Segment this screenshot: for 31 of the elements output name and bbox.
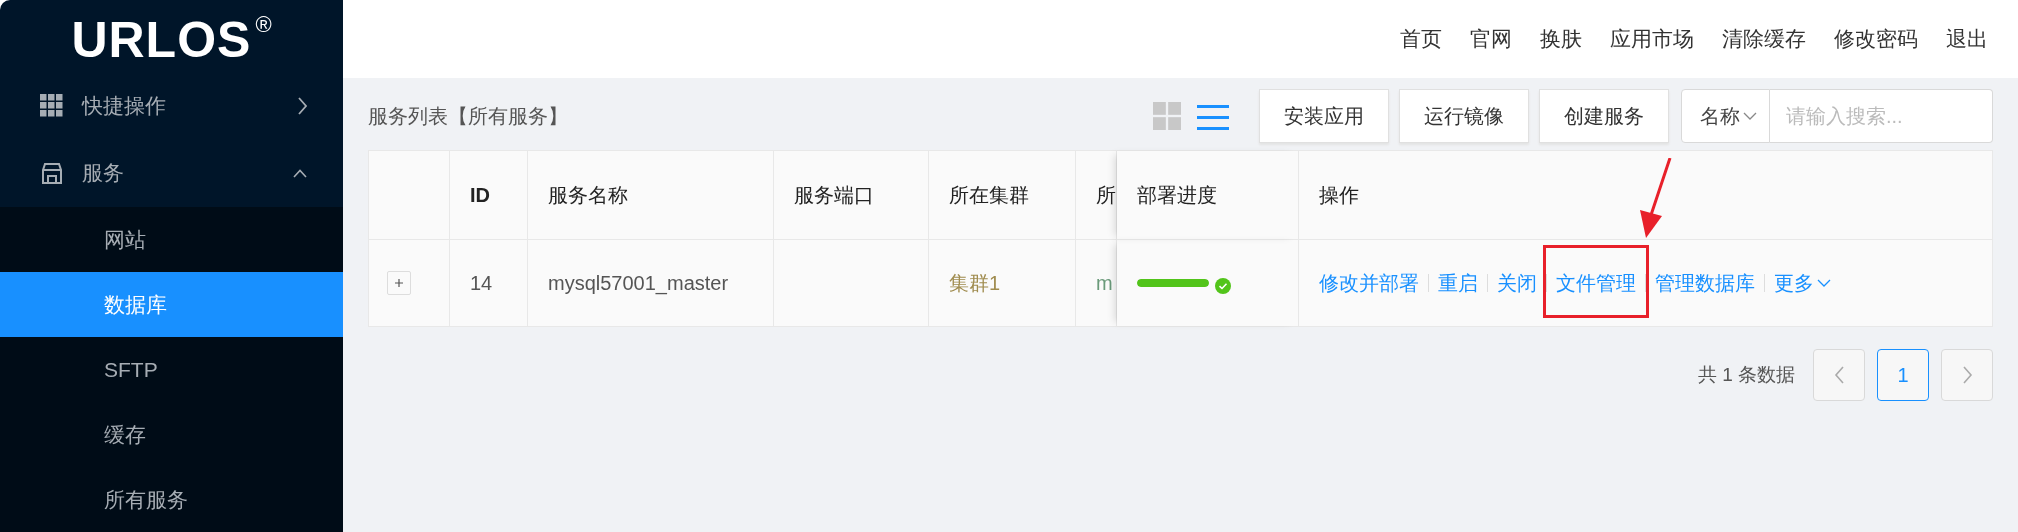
toolbar-button[interactable]: 运行镜像	[1399, 89, 1529, 143]
submenu-item[interactable]: 缓存	[0, 402, 343, 467]
table-cell-text: 集群1	[949, 270, 1001, 296]
toolbar-button[interactable]: 安装应用	[1259, 89, 1389, 143]
page-title: 服务列表【所有服务】	[368, 103, 568, 129]
nav-link[interactable]: 换肤	[1540, 25, 1582, 53]
column-header: 服务端口	[774, 151, 929, 240]
submenu-item[interactable]: SFTP	[0, 337, 343, 402]
table-cell: 14	[470, 271, 493, 295]
field-select[interactable]: 名称	[1681, 89, 1770, 143]
nav-link[interactable]: 应用市场	[1610, 25, 1694, 53]
search-field[interactable]: 请输入搜索...	[1770, 89, 1993, 143]
nav-link[interactable]: 退出	[1946, 25, 1988, 53]
nav-link[interactable]: 官网	[1470, 25, 1512, 53]
column-header: 服务名称	[528, 151, 774, 240]
nav-link[interactable]: 清除缓存	[1722, 25, 1806, 53]
pagination-summary: 共 1 条数据	[1697, 363, 1795, 387]
nav-link[interactable]: 修改密码	[1834, 25, 1918, 53]
column-header: 部署进度	[1117, 151, 1299, 240]
nav-link[interactable]: 首页	[1400, 25, 1442, 53]
submenu-item[interactable]: 网站	[0, 207, 343, 272]
table-cell: m	[1096, 271, 1113, 295]
column-header: 所	[1076, 151, 1117, 240]
logo: URLOS$^{®}$	[71, 14, 272, 66]
column-header: ID	[450, 151, 528, 240]
table-cell: mysql57001_master	[548, 271, 729, 295]
submenu-item[interactable]: 所有服务	[0, 467, 343, 532]
toolbar-button[interactable]: 创建服务	[1539, 89, 1669, 143]
menu-item[interactable]: 快捷操作	[0, 72, 343, 140]
menu-item[interactable]: 服务	[0, 139, 343, 207]
column-header: 所在集群	[929, 151, 1076, 240]
